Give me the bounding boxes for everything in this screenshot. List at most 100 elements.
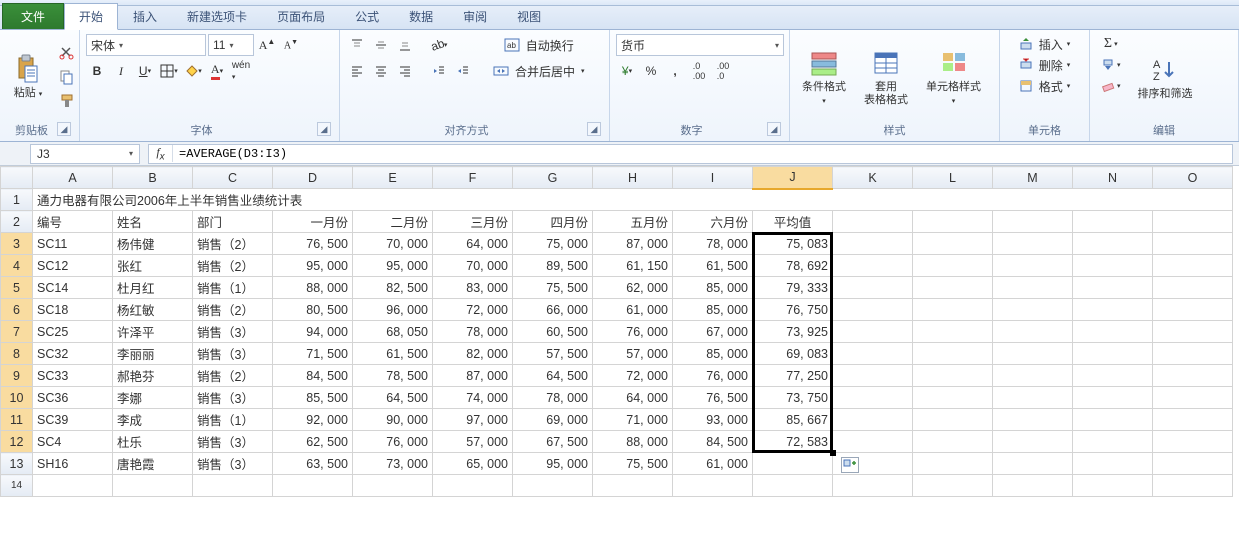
cell-empty[interactable] xyxy=(913,343,993,365)
cell-10-7[interactable]: 64, 000 xyxy=(593,387,673,409)
row-header-3[interactable]: 3 xyxy=(1,233,33,255)
cell-10-9[interactable]: 73, 750 xyxy=(753,387,833,409)
cell-7-7[interactable]: 76, 000 xyxy=(593,321,673,343)
orientation-button[interactable]: ab▾ xyxy=(428,34,450,56)
cell-6-5[interactable]: 72, 000 xyxy=(433,299,513,321)
cell-5-3[interactable]: 88, 000 xyxy=(273,277,353,299)
cell-6-7[interactable]: 61, 000 xyxy=(593,299,673,321)
cell-7-6[interactable]: 60, 500 xyxy=(513,321,593,343)
cell-7-2[interactable]: 销售（3） xyxy=(193,321,273,343)
cell-4-1[interactable]: 张红 xyxy=(113,255,193,277)
cell-4-2[interactable]: 销售（2） xyxy=(193,255,273,277)
cell-11-0[interactable]: SC39 xyxy=(33,409,113,431)
cell-9-9[interactable]: 77, 250 xyxy=(753,365,833,387)
cell-empty[interactable] xyxy=(993,343,1073,365)
align-bottom-button[interactable] xyxy=(394,34,416,56)
cell-13-0[interactable]: SH16 xyxy=(33,453,113,475)
cell-7-8[interactable]: 67, 000 xyxy=(673,321,753,343)
cell-8-5[interactable]: 82, 000 xyxy=(433,343,513,365)
cell-13-2[interactable]: 销售（3） xyxy=(193,453,273,475)
tab-7[interactable]: 视图 xyxy=(502,3,556,30)
cell-hdr-8[interactable]: 六月份 xyxy=(673,211,753,233)
cell-empty[interactable] xyxy=(833,475,913,497)
cell-empty[interactable] xyxy=(993,277,1073,299)
cell-hdr-2[interactable]: 部门 xyxy=(193,211,273,233)
cell-11-3[interactable]: 92, 000 xyxy=(273,409,353,431)
cell-empty[interactable] xyxy=(1073,387,1153,409)
cell-empty[interactable] xyxy=(833,321,913,343)
cell-8-6[interactable]: 57, 500 xyxy=(513,343,593,365)
tab-2[interactable]: 新建选项卡 xyxy=(172,3,262,30)
cell-empty[interactable] xyxy=(993,321,1073,343)
cell-6-2[interactable]: 销售（2） xyxy=(193,299,273,321)
cell-8-9[interactable]: 69, 083 xyxy=(753,343,833,365)
cell-13-6[interactable]: 95, 000 xyxy=(513,453,593,475)
cell-10-4[interactable]: 64, 500 xyxy=(353,387,433,409)
cut-button[interactable] xyxy=(56,42,78,64)
cell-empty[interactable] xyxy=(1073,409,1153,431)
row-header-7[interactable]: 7 xyxy=(1,321,33,343)
cell-hdr-6[interactable]: 四月份 xyxy=(513,211,593,233)
cell-empty[interactable] xyxy=(833,299,913,321)
cell-10-8[interactable]: 76, 500 xyxy=(673,387,753,409)
cell-empty[interactable] xyxy=(833,431,913,453)
col-header-B[interactable]: B xyxy=(113,167,193,189)
cell-10-3[interactable]: 85, 500 xyxy=(273,387,353,409)
conditional-formatting-button[interactable]: 条件格式▾ xyxy=(796,34,852,120)
phonetic-button[interactable]: wén▾ xyxy=(230,60,252,82)
cell-empty[interactable] xyxy=(993,431,1073,453)
tab-file[interactable]: 文件 xyxy=(2,3,64,29)
cell-12-4[interactable]: 76, 000 xyxy=(353,431,433,453)
align-right-button[interactable] xyxy=(394,60,416,82)
col-header-K[interactable]: K xyxy=(833,167,913,189)
autofill-options-button[interactable] xyxy=(841,457,859,473)
format-cells-button[interactable]: 格式▾ xyxy=(1006,76,1083,96)
grow-font-button[interactable]: A▲ xyxy=(256,34,278,56)
comma-button[interactable]: , xyxy=(664,60,686,82)
row-header-8[interactable]: 8 xyxy=(1,343,33,365)
cell-empty[interactable] xyxy=(433,475,513,497)
cell-5-1[interactable]: 杜月红 xyxy=(113,277,193,299)
col-header-J[interactable]: J xyxy=(753,167,833,189)
wrap-text-button[interactable]: ab 自动换行 xyxy=(486,34,592,56)
cell-9-6[interactable]: 64, 500 xyxy=(513,365,593,387)
cell-8-8[interactable]: 85, 000 xyxy=(673,343,753,365)
col-header-F[interactable]: F xyxy=(433,167,513,189)
cell-empty[interactable] xyxy=(273,475,353,497)
row-header-6[interactable]: 6 xyxy=(1,299,33,321)
cell-3-2[interactable]: 销售（2） xyxy=(193,233,273,255)
row-header-4[interactable]: 4 xyxy=(1,255,33,277)
cell-empty[interactable] xyxy=(833,365,913,387)
cell-4-3[interactable]: 95, 000 xyxy=(273,255,353,277)
copy-button[interactable] xyxy=(56,66,78,88)
cell-empty[interactable] xyxy=(913,475,993,497)
cell-empty[interactable] xyxy=(1153,299,1233,321)
cell-empty[interactable] xyxy=(1153,475,1233,497)
cell-9-8[interactable]: 76, 000 xyxy=(673,365,753,387)
cell-8-3[interactable]: 71, 500 xyxy=(273,343,353,365)
cell-3-4[interactable]: 70, 000 xyxy=(353,233,433,255)
cell-empty[interactable] xyxy=(1073,211,1153,233)
number-launcher[interactable]: ◢ xyxy=(767,122,781,136)
cell-6-8[interactable]: 85, 000 xyxy=(673,299,753,321)
cell-8-7[interactable]: 57, 000 xyxy=(593,343,673,365)
cell-9-1[interactable]: 郝艳芬 xyxy=(113,365,193,387)
cell-4-0[interactable]: SC12 xyxy=(33,255,113,277)
cell-empty[interactable] xyxy=(673,475,753,497)
cell-hdr-4[interactable]: 二月份 xyxy=(353,211,433,233)
cell-empty[interactable] xyxy=(993,453,1073,475)
cell-empty[interactable] xyxy=(833,387,913,409)
cell-3-6[interactable]: 75, 000 xyxy=(513,233,593,255)
cell-empty[interactable] xyxy=(1073,255,1153,277)
row-header-13[interactable]: 13 xyxy=(1,453,33,475)
cell-13-7[interactable]: 75, 500 xyxy=(593,453,673,475)
cell-empty[interactable] xyxy=(913,233,993,255)
col-header-N[interactable]: N xyxy=(1073,167,1153,189)
cell-empty[interactable] xyxy=(1153,431,1233,453)
cell-12-2[interactable]: 销售（3） xyxy=(193,431,273,453)
cell-4-6[interactable]: 89, 500 xyxy=(513,255,593,277)
name-box[interactable]: J3 ▾ xyxy=(30,144,140,164)
cell-hdr-5[interactable]: 三月份 xyxy=(433,211,513,233)
cell-11-8[interactable]: 93, 000 xyxy=(673,409,753,431)
cell-4-5[interactable]: 70, 000 xyxy=(433,255,513,277)
